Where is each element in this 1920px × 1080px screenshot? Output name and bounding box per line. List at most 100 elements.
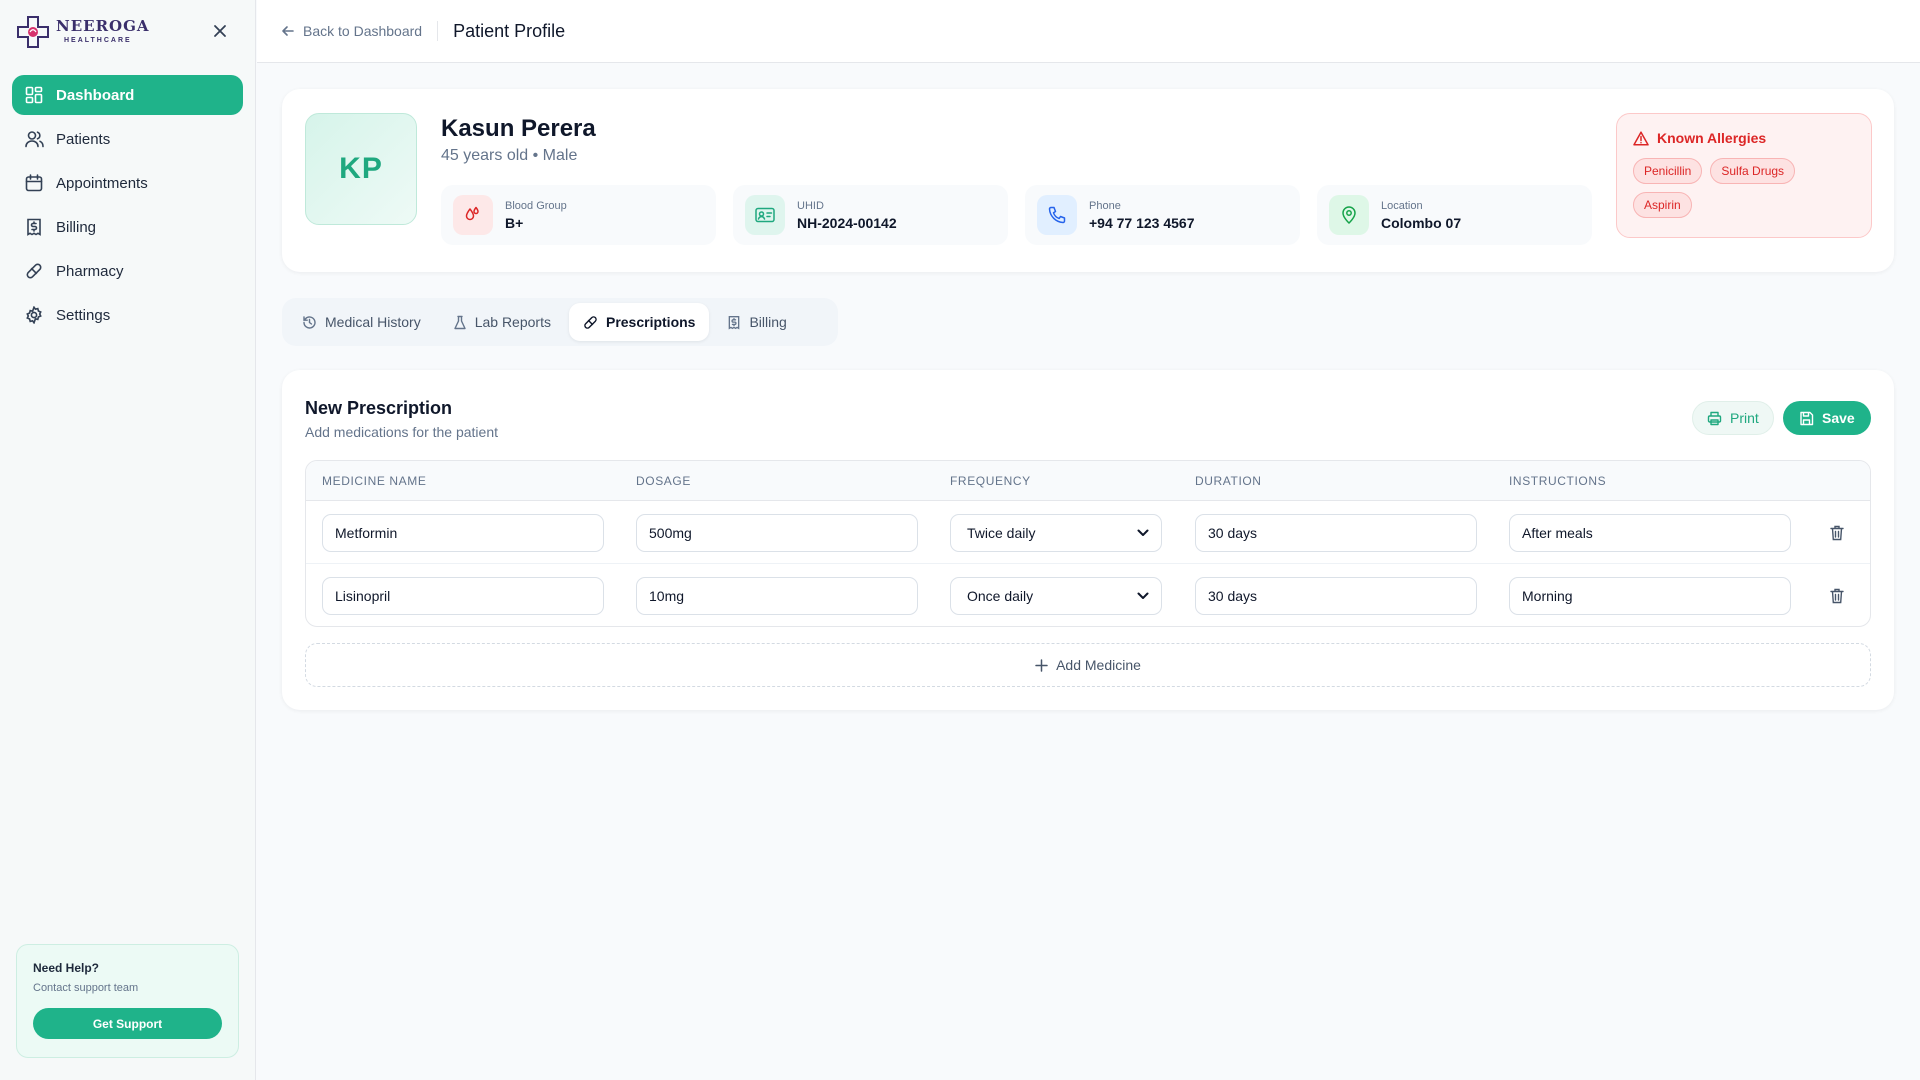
- sidebar-item-label: Settings: [56, 306, 111, 324]
- patient-profile-card: KP Kasun Perera 45 years old • Male Bloo…: [282, 89, 1894, 272]
- dosage-input[interactable]: 500mg: [636, 514, 918, 552]
- patient-meta: 45 years old • Male: [441, 147, 578, 164]
- tab-label: Lab Reports: [474, 314, 551, 330]
- sidebar-item-appointments[interactable]: Appointments: [12, 163, 243, 203]
- brand-subtitle: HEALTHCARE: [64, 37, 132, 44]
- sidebar-item-patients[interactable]: Patients: [12, 119, 243, 159]
- table-row: Metformin 500mg Twice daily 30 days Afte…: [306, 501, 1870, 564]
- known-allergies-panel: Known Allergies Penicillin Sulfa Drugs A…: [1616, 113, 1872, 238]
- back-to-dashboard-link[interactable]: Back to Dashboard: [281, 21, 439, 41]
- delete-row-button[interactable]: [1827, 523, 1847, 543]
- instructions-input[interactable]: After meals: [1509, 514, 1791, 552]
- medicine-name-input[interactable]: Metformin: [322, 514, 604, 552]
- back-link-label: Back to Dashboard: [303, 23, 423, 39]
- tab-medical-history[interactable]: Medical History: [288, 303, 435, 341]
- printer-icon: [1707, 411, 1722, 426]
- receipt-icon: [727, 315, 741, 330]
- brand-logo: NEEROGA HEALTHCARE: [0, 0, 255, 63]
- tab-label: Medical History: [325, 314, 421, 330]
- get-support-button[interactable]: Get Support: [33, 1008, 222, 1039]
- medications-table: MEDICINE NAME DOSAGE FREQUENCY DURATION …: [305, 460, 1871, 627]
- avatar: KP: [305, 113, 417, 225]
- top-bar: Back to Dashboard Patient Profile: [257, 0, 1920, 63]
- chevron-down-icon: [1137, 529, 1149, 536]
- page-title: Patient Profile: [453, 20, 566, 41]
- sidebar-item-label: Appointments: [56, 174, 148, 192]
- allergy-tag: Sulfa Drugs: [1710, 158, 1796, 184]
- frequency-select[interactable]: Twice daily: [950, 514, 1162, 552]
- new-prescription-card: New Prescription Add medications for the…: [282, 370, 1894, 710]
- info-blood-group: Blood Group B+: [441, 185, 716, 245]
- save-button[interactable]: Save: [1783, 401, 1871, 435]
- column-header: INSTRUCTIONS: [1509, 474, 1607, 488]
- allergy-tag: Aspirin: [1633, 192, 1692, 218]
- patient-name: Kasun Perera: [441, 115, 596, 142]
- tab-label: Prescriptions: [605, 314, 696, 330]
- column-header: MEDICINE NAME: [322, 474, 427, 488]
- dosage-input[interactable]: 10mg: [636, 577, 918, 615]
- table-row: Lisinopril 10mg Once daily 30 days Morni…: [306, 564, 1870, 626]
- sidebar-item-settings[interactable]: Settings: [12, 295, 243, 335]
- duration-input[interactable]: 30 days: [1195, 577, 1477, 615]
- info-location: Location Colombo 07: [1317, 185, 1592, 245]
- sidebar-item-dashboard[interactable]: Dashboard: [12, 75, 243, 115]
- sidebar: NEEROGA HEALTHCARE Dashboard Patients Ap…: [0, 0, 256, 1080]
- help-title: Need Help?: [33, 961, 100, 975]
- tab-label: Billing: [749, 314, 787, 330]
- sidebar-item-pharmacy[interactable]: Pharmacy: [12, 251, 243, 291]
- table-header: MEDICINE NAME DOSAGE FREQUENCY DURATION …: [306, 461, 1870, 501]
- history-icon: [302, 315, 317, 330]
- info-label: Location: [1381, 199, 1423, 212]
- map-pin-icon: [1329, 195, 1369, 235]
- id-card-icon: [745, 195, 785, 235]
- tab-lab-reports[interactable]: Lab Reports: [439, 303, 565, 341]
- frequency-value: Once daily: [967, 588, 1034, 604]
- info-value: NH-2024-00142: [797, 214, 897, 231]
- section-subtitle: Add medications for the patient: [305, 424, 499, 440]
- pill-icon: [583, 315, 598, 330]
- users-icon: [24, 129, 44, 149]
- close-sidebar-button[interactable]: [209, 20, 231, 42]
- info-label: Phone: [1089, 199, 1121, 212]
- sidebar-item-label: Patients: [56, 130, 111, 148]
- info-label: UHID: [797, 199, 824, 212]
- sidebar-nav: Dashboard Patients Appointments Billing …: [0, 63, 255, 335]
- delete-row-button[interactable]: [1827, 586, 1847, 606]
- close-icon: [214, 25, 226, 37]
- help-subtitle: Contact support team: [33, 982, 139, 994]
- add-medicine-button[interactable]: Add Medicine: [305, 643, 1871, 687]
- allergies-title: Known Allergies: [1657, 130, 1767, 146]
- sidebar-item-label: Dashboard: [56, 86, 135, 104]
- dashboard-icon: [24, 85, 44, 105]
- save-icon: [1799, 411, 1814, 426]
- save-label: Save: [1822, 410, 1855, 426]
- receipt-icon: [24, 217, 44, 237]
- arrow-left-icon: [281, 24, 295, 38]
- medicine-name-input[interactable]: Lisinopril: [322, 577, 604, 615]
- trash-icon: [1830, 588, 1844, 604]
- info-label: Blood Group: [505, 199, 567, 212]
- sidebar-item-label: Billing: [56, 218, 97, 236]
- gear-icon: [24, 305, 44, 325]
- column-header: DOSAGE: [636, 474, 691, 488]
- sidebar-item-billing[interactable]: Billing: [12, 207, 243, 247]
- info-value: B+: [505, 214, 524, 231]
- tab-prescriptions[interactable]: Prescriptions: [568, 303, 710, 341]
- add-medicine-label: Add Medicine: [1056, 657, 1141, 673]
- tab-billing[interactable]: Billing: [713, 303, 800, 341]
- info-phone: Phone +94 77 123 4567: [1025, 185, 1300, 245]
- chevron-down-icon: [1137, 592, 1149, 599]
- sidebar-item-label: Pharmacy: [56, 262, 124, 280]
- frequency-select[interactable]: Once daily: [950, 577, 1162, 615]
- frequency-value: Twice daily: [967, 525, 1036, 541]
- duration-input[interactable]: 30 days: [1195, 514, 1477, 552]
- allergy-tag: Penicillin: [1633, 158, 1703, 184]
- info-value: Colombo 07: [1381, 214, 1462, 231]
- instructions-input[interactable]: Morning: [1509, 577, 1791, 615]
- flask-icon: [453, 315, 467, 330]
- column-header: FREQUENCY: [950, 474, 1031, 488]
- pill-icon: [24, 261, 44, 281]
- help-card: Need Help? Contact support team Get Supp…: [16, 944, 239, 1058]
- brand-name: NEEROGA: [56, 17, 150, 35]
- print-button[interactable]: Print: [1692, 401, 1774, 435]
